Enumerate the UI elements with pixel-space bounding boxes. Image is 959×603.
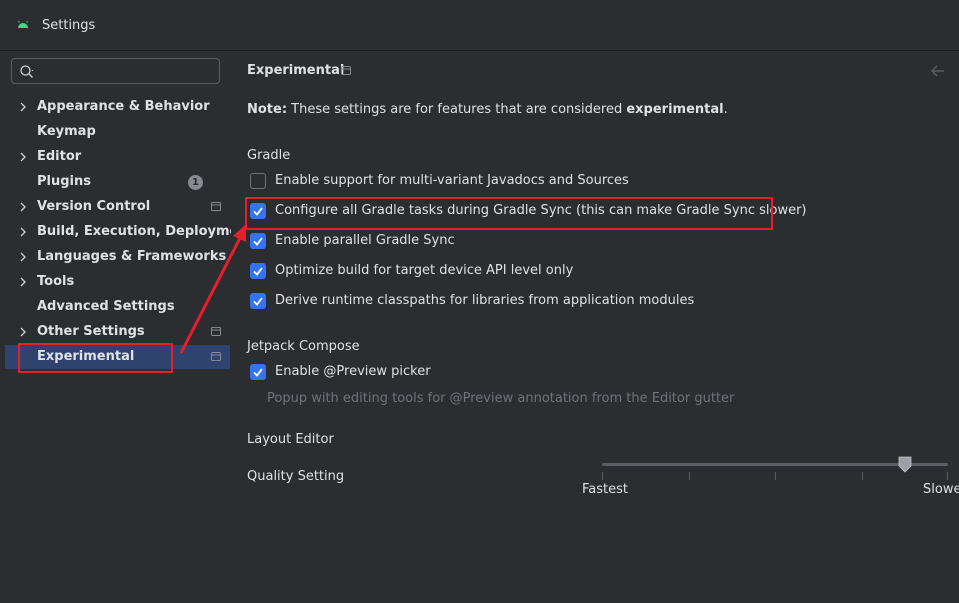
quality-slider-track[interactable]: [602, 463, 948, 466]
sidebar-item-label: Appearance & Behavior: [37, 99, 210, 114]
option-label: Derive runtime classpaths for libraries …: [275, 293, 695, 308]
project-scope-icon: [211, 202, 221, 211]
checkbox-checked[interactable]: [250, 233, 266, 249]
chevron-right-icon[interactable]: [18, 326, 28, 338]
slider-tick: [602, 472, 603, 480]
settings-search-box[interactable]: [11, 58, 220, 84]
compose-section-label: Jetpack Compose: [247, 339, 360, 354]
quality-setting-label: Quality Setting: [247, 469, 345, 484]
android-icon: [18, 20, 28, 28]
note-prefix: Note:: [247, 102, 288, 117]
gradle-section-label: Gradle: [247, 148, 291, 163]
settings-content-panel: Experimental Note: These settings are fo…: [231, 51, 959, 603]
slider-tick: [689, 472, 690, 480]
option-label: Enable support for multi-variant Javadoc…: [275, 173, 629, 188]
sidebar-item-label: Tools: [37, 274, 75, 289]
checkmark-icon: [253, 297, 263, 306]
sidebar-item-tools[interactable]: Tools: [0, 270, 231, 294]
chevron-right-icon[interactable]: [18, 226, 28, 238]
checkbox-unchecked[interactable]: [250, 173, 266, 189]
window-title: Settings: [42, 18, 96, 33]
note-emphasis: experimental: [626, 102, 724, 117]
sidebar-item-advanced-settings[interactable]: Advanced Settings: [0, 295, 231, 319]
checkmark-icon: [253, 368, 263, 377]
page-title: Experimental: [247, 63, 345, 78]
project-scope-icon: [341, 66, 351, 75]
update-count-badge: 1: [188, 175, 203, 190]
sidebar-item-plugins[interactable]: Plugins 1: [0, 170, 231, 194]
sidebar-item-languages-frameworks[interactable]: Languages & Frameworks: [0, 245, 231, 269]
annotation-highlight-box: [245, 197, 773, 230]
sidebar-item-label: Build, Execution, Deployment: [37, 224, 254, 239]
search-input[interactable]: [46, 62, 212, 80]
sidebar-item-other-settings[interactable]: Other Settings: [0, 320, 231, 344]
note-suffix: .: [723, 102, 728, 117]
sidebar-item-label: Editor: [37, 149, 82, 164]
sidebar-item-label: Plugins: [37, 174, 91, 189]
preview-picker-hint: Popup with editing tools for @Preview an…: [267, 391, 735, 406]
project-scope-icon: [211, 327, 221, 336]
slider-max-label: Slowest: [923, 482, 959, 497]
checkbox-checked[interactable]: [250, 364, 266, 380]
chevron-right-icon[interactable]: [18, 251, 28, 263]
chevron-right-icon[interactable]: [18, 276, 28, 288]
sidebar-item-label: Keymap: [37, 124, 96, 139]
option-label: Optimize build for target device API lev…: [275, 263, 574, 278]
sidebar-item-version-control[interactable]: Version Control: [0, 195, 231, 219]
project-scope-icon: [211, 352, 221, 361]
title-bar: Settings: [0, 0, 959, 51]
checkmark-icon: [253, 237, 263, 246]
slider-tick: [947, 472, 948, 480]
sidebar-item-appearance-behavior[interactable]: Appearance & Behavior: [0, 95, 231, 119]
option-label: Enable parallel Gradle Sync: [275, 233, 455, 248]
sidebar-item-label: Other Settings: [37, 324, 145, 339]
chevron-right-icon[interactable]: [18, 201, 28, 213]
checkmark-icon: [253, 267, 263, 276]
option-label: Enable @Preview picker: [275, 364, 431, 379]
chevron-right-icon[interactable]: [18, 101, 28, 113]
slider-tick: [775, 472, 776, 480]
back-arrow-icon[interactable]: [931, 65, 945, 77]
note-text: These settings are for features that are…: [287, 102, 627, 117]
sidebar-item-label: Languages & Frameworks: [37, 249, 227, 264]
checkbox-checked[interactable]: [250, 263, 266, 279]
settings-sidebar: Appearance & Behavior Keymap Editor Plugins…: [0, 51, 254, 603]
annotation-highlight-box: [18, 343, 173, 373]
search-icon: [20, 65, 34, 78]
sidebar-item-label: Version Control: [37, 199, 151, 214]
slider-min-label: Fastest: [582, 482, 628, 497]
slider-tick: [862, 472, 863, 480]
checkbox-checked[interactable]: [250, 293, 266, 309]
sidebar-item-build-execution-deployment[interactable]: Build, Execution, Deployment: [0, 220, 254, 244]
sidebar-item-label: Advanced Settings: [37, 299, 175, 314]
experimental-note: Note: These settings are for features th…: [247, 102, 728, 117]
chevron-right-icon[interactable]: [18, 151, 28, 163]
sidebar-item-keymap[interactable]: Keymap: [0, 120, 231, 144]
layout-editor-section-label: Layout Editor: [247, 432, 334, 447]
sidebar-item-editor[interactable]: Editor: [0, 145, 231, 169]
quality-slider-thumb[interactable]: [898, 456, 912, 473]
